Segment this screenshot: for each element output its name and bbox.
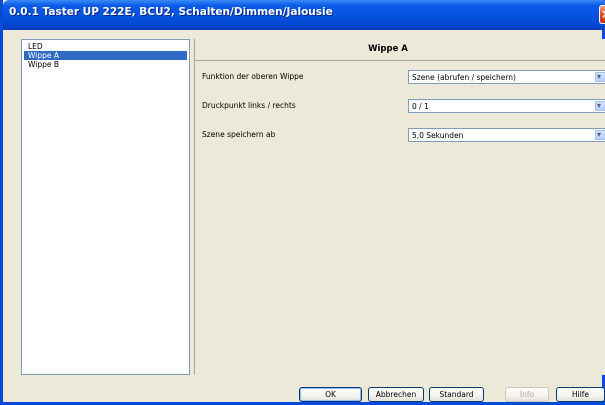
tree-item-led[interactable]: LED <box>24 42 187 51</box>
druckpunkt-dropdown-button[interactable]: ▾ <box>595 101 605 111</box>
panel-title: Wippe A <box>368 44 408 54</box>
tree-item-wippe-b[interactable]: Wippe B <box>24 60 187 69</box>
param-label-druckpunkt: Druckpunkt links / rechts <box>202 101 296 110</box>
druckpunkt-select-value: 0 / 1 <box>412 102 429 111</box>
parameter-panel: Wippe A Funktion der oberen Wippe Szene … <box>194 39 605 375</box>
parameter-tree: LED Wippe A Wippe B <box>21 39 190 375</box>
chevron-down-icon: ▾ <box>597 72 602 81</box>
title-bar[interactable]: 0.0.1 Taster UP 222E, BCU2, Schalten/Dim… <box>3 0 605 30</box>
szene-select[interactable]: 5,0 Sekunden ▾ <box>408 128 605 142</box>
param-label-szene: Szene speichern ab <box>202 130 276 139</box>
szene-select-value: 5,0 Sekunden <box>412 131 464 140</box>
param-label-funktion: Funktion der oberen Wippe <box>202 72 304 81</box>
close-icon: × <box>601 7 605 21</box>
chevron-down-icon: ▾ <box>597 101 602 110</box>
help-button[interactable]: Hilfe <box>556 387 605 402</box>
chevron-down-icon: ▾ <box>597 130 602 139</box>
info-button[interactable]: Info <box>505 387 549 402</box>
cancel-button[interactable]: Abbrechen <box>368 387 424 402</box>
szene-dropdown-button[interactable]: ▾ <box>595 130 605 140</box>
funktion-dropdown-button[interactable]: ▾ <box>595 72 605 82</box>
tree-item-wippe-a[interactable]: Wippe A <box>24 51 187 60</box>
druckpunkt-select[interactable]: 0 / 1 ▾ <box>408 99 605 113</box>
standard-button[interactable]: Standard <box>429 387 484 402</box>
dialog-window: 0.0.1 Taster UP 222E, BCU2, Schalten/Dim… <box>0 0 605 405</box>
close-button[interactable]: × <box>599 5 605 24</box>
funktion-select[interactable]: Szene (abrufen / speichern) ▾ <box>408 70 605 84</box>
window-title: 0.0.1 Taster UP 222E, BCU2, Schalten/Dim… <box>9 6 333 18</box>
panel-header: Wippe A <box>194 39 605 61</box>
funktion-select-value: Szene (abrufen / speichern) <box>412 73 516 82</box>
ok-button[interactable]: OK <box>299 387 362 402</box>
panel-frame <box>194 39 605 375</box>
